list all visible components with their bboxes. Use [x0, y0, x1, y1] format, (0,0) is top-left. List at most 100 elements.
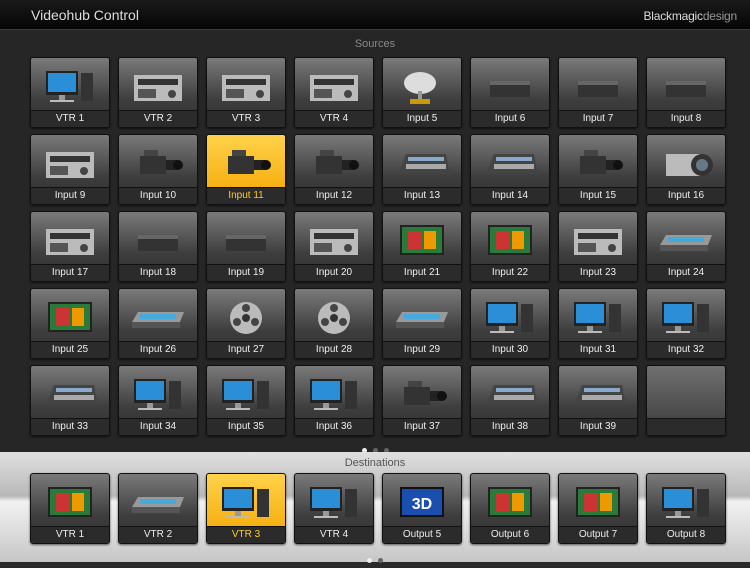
page-dot[interactable]: [378, 558, 383, 563]
source-tile[interactable]: VTR 4: [294, 57, 374, 128]
source-tile[interactable]: Input 10: [118, 134, 198, 205]
converter-box-icon: [570, 67, 626, 112]
source-tile[interactable]: Input 35: [206, 365, 286, 436]
title-bar: Videohub Control Blackmagicdesign: [0, 0, 750, 30]
switcher-icon: [42, 375, 98, 420]
source-tile[interactable]: Input 27: [206, 288, 286, 359]
computer-icon: [42, 67, 98, 112]
source-tile[interactable]: Input 18: [118, 211, 198, 282]
source-tile[interactable]: Input 6: [470, 57, 550, 128]
source-tile[interactable]: VTR 3: [206, 57, 286, 128]
source-tile-label: Input 34: [119, 418, 197, 435]
source-tile[interactable]: Input 31: [558, 288, 638, 359]
source-tile-label: Input 37: [383, 418, 461, 435]
destination-tile[interactable]: VTR 1: [30, 473, 110, 544]
source-tile[interactable]: Input 37: [382, 365, 462, 436]
source-tile[interactable]: Input 15: [558, 134, 638, 205]
source-tile-label: Input 38: [471, 418, 549, 435]
source-tile-label: Input 26: [119, 341, 197, 358]
source-tile[interactable]: Input 28: [294, 288, 374, 359]
lens-icon: [658, 144, 714, 189]
camera-icon: [570, 144, 626, 189]
deck-icon: [306, 67, 362, 112]
computer-icon: [306, 375, 362, 420]
destination-tile[interactable]: Output 7: [558, 473, 638, 544]
source-tile-label: Input 35: [207, 418, 285, 435]
computer-icon: [570, 298, 626, 343]
sources-grid: VTR 1 VTR 2 VTR 3 VTR 4 Input 5 Input 6 Input …: [30, 57, 726, 436]
source-tile[interactable]: Input 30: [470, 288, 550, 359]
destination-tile[interactable]: Output 6: [470, 473, 550, 544]
source-tile[interactable]: Input 32: [646, 288, 726, 359]
monitor-icon: [482, 483, 538, 528]
source-tile[interactable]: Input 23: [558, 211, 638, 282]
source-tile[interactable]: Input 17: [30, 211, 110, 282]
svg-text:3D: 3D: [412, 496, 432, 513]
source-tile[interactable]: Input 25: [30, 288, 110, 359]
source-tile-label: Input 28: [295, 341, 373, 358]
destinations-page-indicator[interactable]: [0, 550, 750, 568]
destination-tile[interactable]: Output 8: [646, 473, 726, 544]
source-tile-label: Input 7: [559, 110, 637, 127]
source-tile[interactable]: Input 12: [294, 134, 374, 205]
source-tile-label: Input 16: [647, 187, 725, 204]
converter-box-icon: [658, 67, 714, 112]
film-reel-icon: [218, 298, 274, 343]
source-tile[interactable]: Input 8: [646, 57, 726, 128]
source-tile[interactable]: Input 24: [646, 211, 726, 282]
source-tile[interactable]: Input 26: [118, 288, 198, 359]
deck-icon: [570, 221, 626, 266]
source-tile-label: Input 33: [31, 418, 109, 435]
switcher-icon: [394, 144, 450, 189]
source-tile[interactable]: Input 20: [294, 211, 374, 282]
source-tile[interactable]: Input 33: [30, 365, 110, 436]
source-tile-label: Input 25: [31, 341, 109, 358]
source-tile-label: Input 27: [207, 341, 285, 358]
source-tile[interactable]: Input 29: [382, 288, 462, 359]
destination-tile-label: Output 7: [559, 526, 637, 543]
source-tile[interactable]: Input 7: [558, 57, 638, 128]
deck-icon: [42, 144, 98, 189]
source-tile[interactable]: Input 13: [382, 134, 462, 205]
source-tile-label: Input 32: [647, 341, 725, 358]
computer-icon: [658, 298, 714, 343]
source-tile[interactable]: Input 39: [558, 365, 638, 436]
source-tile[interactable]: VTR 1: [30, 57, 110, 128]
computer-icon: [482, 298, 538, 343]
source-tile[interactable]: Input 38: [470, 365, 550, 436]
source-tile[interactable]: Input 16: [646, 134, 726, 205]
deck-icon: [218, 67, 274, 112]
source-tile[interactable]: Input 9: [30, 134, 110, 205]
source-tile[interactable]: Input 22: [470, 211, 550, 282]
source-tile-label: Input 9: [31, 187, 109, 204]
source-tile[interactable]: Input 34: [118, 365, 198, 436]
source-tile-label: Input 15: [559, 187, 637, 204]
computer-icon: [218, 483, 274, 528]
source-tile[interactable]: Input 36: [294, 365, 374, 436]
app-title: Videohub Control: [31, 7, 139, 23]
source-tile[interactable]: VTR 2: [118, 57, 198, 128]
source-tile-label: Input 18: [119, 264, 197, 281]
source-tile[interactable]: Input 21: [382, 211, 462, 282]
source-tile[interactable]: Input 11: [206, 134, 286, 205]
source-tile-label: Input 5: [383, 110, 461, 127]
source-tile-label: Input 24: [647, 264, 725, 281]
destination-tile[interactable]: VTR 4: [294, 473, 374, 544]
page-dot[interactable]: [367, 558, 372, 563]
destination-tile[interactable]: 3D Output 5: [382, 473, 462, 544]
source-tile-label: Input 36: [295, 418, 373, 435]
sources-panel: Sources VTR 1 VTR 2 VTR 3 VTR 4 Input 5 Input…: [0, 31, 750, 453]
rack-icon: [394, 298, 450, 343]
destination-tile-label: VTR 1: [31, 526, 109, 543]
brand-logo: Blackmagicdesign: [643, 9, 737, 23]
source-tile[interactable]: Input 19: [206, 211, 286, 282]
source-tile-label: Input 6: [471, 110, 549, 127]
monitor-icon: [570, 483, 626, 528]
destination-tile[interactable]: VTR 3: [206, 473, 286, 544]
destination-tile[interactable]: VTR 2: [118, 473, 198, 544]
source-tile[interactable]: Input 5: [382, 57, 462, 128]
source-tile[interactable]: Input 14: [470, 134, 550, 205]
rack-icon: [658, 221, 714, 266]
converter-box-icon: [130, 221, 186, 266]
destination-tile-label: Output 5: [383, 526, 461, 543]
